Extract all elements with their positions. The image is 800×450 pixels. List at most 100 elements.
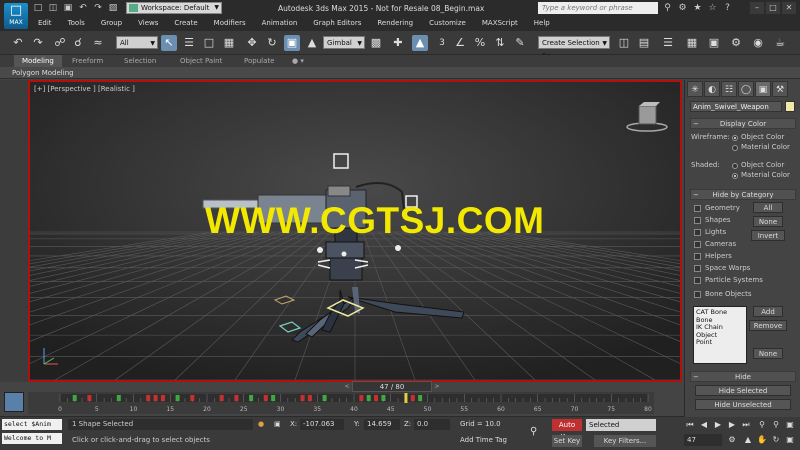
menu-create[interactable]: Create [166, 17, 205, 29]
select-by-name-icon[interactable]: ☰ [181, 35, 197, 51]
menu-animation[interactable]: Animation [254, 17, 306, 29]
search-input[interactable]: Type a keyword or phrase [538, 2, 658, 14]
hierarchy-tab-icon[interactable]: ☷ [721, 81, 737, 97]
workspace-dropdown[interactable]: Workspace: Default ▼ [126, 2, 222, 14]
position-key[interactable] [160, 395, 165, 401]
helpers-checkbox[interactable] [694, 253, 701, 260]
modify-tab-icon[interactable]: ◐ [704, 81, 720, 97]
maximize-icon[interactable]: □ [766, 2, 780, 14]
rotation-key[interactable] [271, 395, 276, 401]
field-of-view-icon[interactable]: ▲ [742, 434, 754, 446]
place-icon[interactable]: ▲ [304, 35, 320, 51]
orbit-icon[interactable]: ↻ [770, 434, 782, 446]
lock-icon[interactable]: ● [258, 420, 264, 428]
position-key[interactable] [374, 395, 379, 401]
key-filters-button[interactable]: Key Filters... [594, 435, 656, 447]
menu-maxscript[interactable]: MAXScript [474, 17, 526, 29]
wireframe-object-color-radio[interactable] [732, 135, 738, 141]
spinner-snap-icon[interactable]: ⇅ [492, 35, 508, 51]
rotation-key[interactable] [366, 395, 371, 401]
list-item[interactable]: IK Chain Object [696, 323, 744, 339]
tab-modeling[interactable]: Modeling [14, 55, 62, 67]
pan-icon[interactable]: ✋ [756, 434, 768, 446]
maxscript-output-line[interactable]: Welcome to M [2, 433, 62, 444]
project-folder-icon[interactable]: ▨ [107, 2, 119, 14]
scale-icon[interactable]: ▣ [284, 35, 300, 51]
keyboard-shortcut-override-icon[interactable]: ▲ [412, 35, 428, 51]
angle-snap-icon[interactable]: ∠ [452, 35, 468, 51]
search-icon[interactable]: ⚲ [662, 2, 673, 14]
menu-rendering[interactable]: Rendering [369, 17, 421, 29]
position-key[interactable] [190, 395, 195, 401]
tab-populate[interactable]: Populate [236, 55, 282, 67]
wireframe-material-color-radio[interactable] [732, 145, 738, 151]
named-selection-icon[interactable]: ✎ [512, 35, 528, 51]
key-mode-dropdown[interactable]: Selected [586, 419, 656, 431]
lights-checkbox[interactable] [694, 229, 701, 236]
window-crossing-icon[interactable]: ▦ [221, 35, 237, 51]
scene-explorer-icon[interactable]: ▦ [684, 35, 700, 51]
percent-snap-icon[interactable]: % [472, 35, 488, 51]
position-key[interactable] [263, 395, 268, 401]
menu-edit[interactable]: Edit [30, 17, 60, 29]
close-icon[interactable]: ✕ [782, 2, 796, 14]
favorites-icon[interactable]: ☆ [707, 2, 718, 14]
selection-filter-dropdown[interactable]: All ▼ [116, 36, 158, 49]
rotation-key[interactable] [175, 395, 180, 401]
selection-set-dropdown[interactable]: Create Selection Se ▼ [538, 36, 610, 60]
hide-by-category-rollout[interactable]: − Hide by Category [690, 189, 796, 200]
shaded-material-color-radio[interactable] [732, 173, 738, 179]
position-key[interactable] [300, 395, 305, 401]
rectangular-selection-icon[interactable]: □ [201, 35, 217, 51]
open-file-icon[interactable]: ◫ [47, 2, 59, 14]
go-to-end-icon[interactable]: ⏭ [740, 419, 752, 431]
minimize-icon[interactable]: – [750, 2, 764, 14]
select-manipulate-icon[interactable]: ✚ [390, 35, 406, 51]
menu-graph-editors[interactable]: Graph Editors [305, 17, 369, 29]
zoom-all-icon[interactable]: ⚲ [770, 419, 782, 431]
previous-frame-icon[interactable]: < [343, 382, 351, 392]
transform-type-in-icon[interactable]: ▣ [274, 420, 281, 428]
rotation-key[interactable] [72, 395, 77, 401]
current-frame-field[interactable]: 47 [684, 434, 722, 446]
time-configuration-icon[interactable]: ⚙ [726, 434, 738, 446]
menu-modifiers[interactable]: Modifiers [206, 17, 254, 29]
undo-icon[interactable]: ↶ [10, 35, 26, 51]
create-tab-icon[interactable]: ✳ [687, 81, 703, 97]
viewport-label-menu[interactable]: [+] [Perspective ] [Realistic ] [34, 85, 135, 93]
add-time-tag-button[interactable]: Add Time Tag [460, 436, 507, 444]
current-frame-marker[interactable] [404, 393, 408, 403]
shaded-object-color-radio[interactable] [732, 163, 738, 169]
subscription-icon[interactable]: ⚙ [677, 2, 688, 14]
menu-customize[interactable]: Customize [421, 17, 474, 29]
z-coordinate-field[interactable]: 0.0 [414, 419, 450, 430]
menu-tools[interactable]: Tools [60, 17, 93, 29]
next-frame-icon[interactable]: > [433, 382, 441, 392]
display-tab-icon[interactable]: ▣ [755, 81, 771, 97]
maxscript-listener-line[interactable]: select $Anim [2, 419, 62, 430]
cameras-checkbox[interactable] [694, 241, 701, 248]
perspective-viewport[interactable]: [+] [Perspective ] [Realistic ] WWW.CGTS… [28, 80, 682, 382]
add-button[interactable]: Add [753, 306, 783, 317]
rotation-key[interactable] [322, 395, 327, 401]
tab-freeform[interactable]: Freeform [64, 55, 111, 67]
shapes-checkbox[interactable] [694, 217, 701, 224]
link-icon[interactable]: ☍ [52, 35, 68, 51]
redo-icon[interactable]: ↷ [92, 2, 104, 14]
y-coordinate-field[interactable]: 14.659 [364, 419, 400, 430]
bone-objects-checkbox[interactable] [694, 291, 701, 298]
position-key[interactable] [87, 395, 92, 401]
position-key[interactable] [410, 395, 415, 401]
next-key-icon[interactable]: ▶ [726, 419, 738, 431]
menu-help[interactable]: Help [526, 17, 558, 29]
track-bar[interactable]: 0 5 10 15 20 25 30 35 40 45 50 55 60 65 70 75 80 [28, 392, 654, 414]
geometry-checkbox[interactable] [694, 205, 701, 212]
menu-views[interactable]: Views [130, 17, 166, 29]
reference-coordinate-dropdown[interactable]: Gimbal ▼ [323, 36, 365, 49]
zoom-extents-icon[interactable]: ▣ [784, 419, 796, 431]
layer-manager-icon[interactable]: ☰ [660, 35, 676, 51]
align-icon[interactable]: ▤ [636, 35, 652, 51]
render-setup-icon[interactable]: ⚙ [728, 35, 744, 51]
menu-group[interactable]: Group [93, 17, 130, 29]
hide-selected-button[interactable]: Hide Selected [695, 385, 791, 396]
